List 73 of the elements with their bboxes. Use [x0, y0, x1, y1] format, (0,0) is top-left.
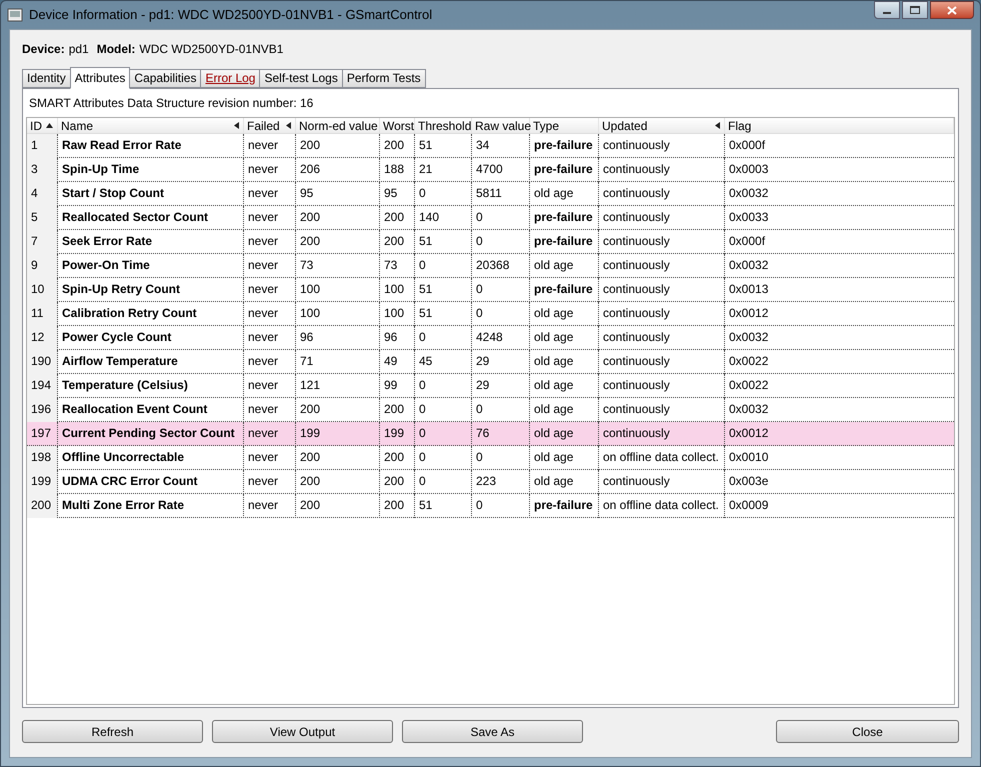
left-arrow-icon [714, 122, 721, 129]
flag-cell-text: 0x0013 [728, 281, 770, 298]
id-cell: 199 [27, 470, 58, 494]
column-header[interactable]: Norm-ed value [296, 118, 380, 133]
left-arrow-icon [233, 122, 240, 129]
window-title: Device Information - pd1: WDC WD2500YD-01NVB1 - GSmartControl [29, 6, 432, 24]
column-header[interactable]: Type [530, 118, 599, 133]
name-cell: Multi Zone Error Rate [58, 494, 244, 518]
app-icon [7, 8, 23, 22]
flag-cell-text: 0x0012 [728, 305, 770, 322]
device-value: pd1 [68, 41, 89, 58]
column-header[interactable]: Raw value [472, 118, 530, 133]
device-label: Device: [22, 41, 65, 58]
close-icon[interactable] [930, 1, 974, 19]
id-cell: 11 [27, 302, 58, 326]
failed-cell: never [244, 494, 296, 518]
flag-cell-text: 0x0032 [728, 401, 770, 418]
tab[interactable]: Perform Tests [342, 69, 426, 88]
id-cell: 196 [27, 398, 58, 422]
flag-cell-text: 0x003e [728, 473, 770, 490]
id-cell: 12 [27, 326, 58, 350]
column-header[interactable]: Failed [244, 118, 296, 133]
action-button[interactable]: Save As [402, 720, 583, 743]
id-cell: 1 [27, 134, 58, 158]
flag-cell-text: 0x0022 [728, 353, 770, 370]
maximize-button[interactable] [902, 1, 928, 19]
id-cell: 194 [27, 374, 58, 398]
column-header[interactable]: Flag [725, 118, 954, 133]
id-cell: 10 [27, 278, 58, 302]
id-cell: 3 [27, 158, 58, 182]
id-cell: 4 [27, 182, 58, 206]
tab[interactable]: Attributes [70, 67, 130, 89]
flag-cell-text: 0x000f [728, 233, 766, 250]
flag-cell-text: 0x0010 [728, 449, 770, 466]
flag-cell-text: 0x0033 [728, 209, 770, 226]
threshold-cell: 51 [415, 494, 472, 518]
flag-cell-text: 0x0032 [728, 257, 770, 274]
updated-cell: on offline data collect. [599, 494, 725, 518]
type-cell: pre-failure [530, 494, 599, 518]
normalized-cell: 200 [296, 494, 380, 518]
worst-cell: 200 [380, 494, 415, 518]
sort-ascending-icon [46, 122, 53, 129]
raw-value-cell: 0 [472, 494, 530, 518]
tab[interactable]: Self-test Logs [259, 69, 343, 88]
flag-cell-text: 0x0003 [728, 161, 770, 178]
flag-cell-text: 0x0032 [728, 329, 770, 346]
model-value: WDC WD2500YD-01NVB1 [139, 41, 284, 58]
flag-cell-text: 0x0012 [728, 425, 770, 442]
id-cell: 5 [27, 206, 58, 230]
column-header[interactable]: Updated [599, 118, 725, 133]
tab[interactable]: Error Log [200, 69, 260, 88]
revision-text: SMART Attributes Data Structure revision number: 16 [28, 95, 314, 112]
id-cell: 198 [27, 446, 58, 470]
column-header[interactable]: Name [58, 118, 244, 133]
id-cell: 9 [27, 254, 58, 278]
id-cell: 7 [27, 230, 58, 254]
flag-cell-text: 0x0022 [728, 377, 770, 394]
minimize-button[interactable] [874, 1, 900, 19]
tab[interactable]: Identity [22, 69, 71, 88]
action-button[interactable]: View Output [212, 720, 393, 743]
flag-cell-text: 0x000f [728, 137, 766, 154]
column-header[interactable]: ID [27, 118, 58, 133]
action-button[interactable]: Refresh [22, 720, 203, 743]
close-button[interactable]: Close [776, 720, 959, 743]
left-arrow-icon [285, 122, 292, 129]
column-header[interactable]: Threshold [415, 118, 472, 133]
tab[interactable]: Capabilities [129, 69, 202, 88]
id-cell: 200 [27, 494, 58, 518]
column-header[interactable]: Worst [380, 118, 415, 133]
model-label: Model: [96, 41, 136, 58]
id-cell: 190 [27, 350, 58, 374]
flag-cell-text: 0x0032 [728, 185, 770, 202]
flag-cell-text: 0x0009 [728, 497, 770, 514]
